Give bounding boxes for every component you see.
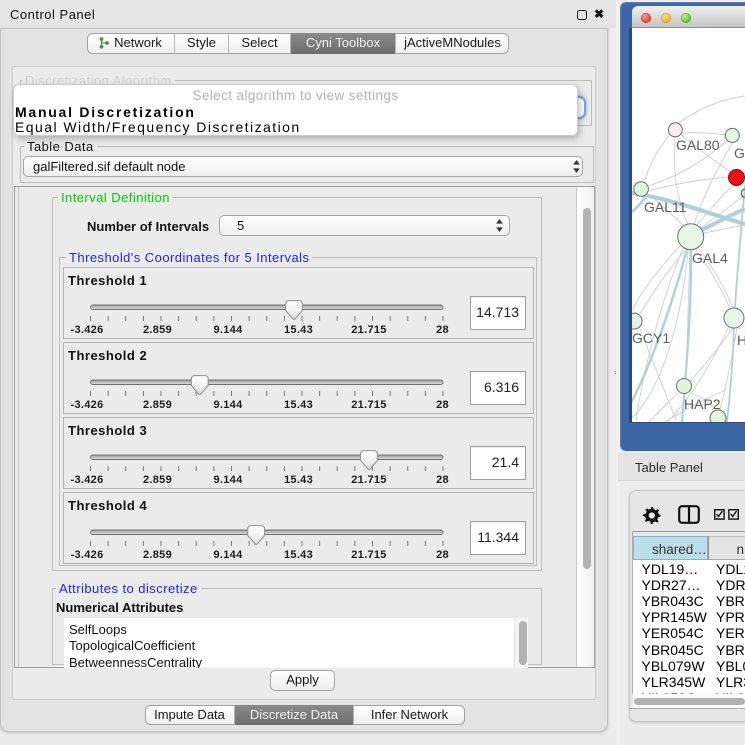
svg-text:28: 28 <box>436 324 449 336</box>
svg-text:GAL4: GAL4 <box>692 250 728 266</box>
svg-text:HAP2: HAP2 <box>684 396 721 412</box>
svg-text:-3.426: -3.426 <box>71 474 104 486</box>
svg-text:-3.426: -3.426 <box>71 399 104 411</box>
svg-text:9.144: 9.144 <box>213 549 243 561</box>
svg-text:28: 28 <box>436 549 449 561</box>
svg-text:15.43: 15.43 <box>284 324 313 336</box>
svg-text:2.859: 2.859 <box>143 549 172 561</box>
svg-text:28: 28 <box>436 474 449 486</box>
svg-text:2.859: 2.859 <box>143 399 172 411</box>
svg-text:2.859: 2.859 <box>143 324 172 336</box>
svg-text:C: C <box>740 185 745 201</box>
svg-text:-3.426: -3.426 <box>71 324 104 336</box>
svg-text:21.715: 21.715 <box>351 399 386 411</box>
svg-text:21.715: 21.715 <box>351 324 386 336</box>
svg-text:9.144: 9.144 <box>213 324 243 336</box>
svg-text:H: H <box>737 332 745 348</box>
svg-text:15.43: 15.43 <box>284 399 313 411</box>
svg-text:-3.426: -3.426 <box>71 549 104 561</box>
svg-text:9.144: 9.144 <box>213 474 243 486</box>
svg-text:G.: G. <box>734 145 745 161</box>
svg-text:21.715: 21.715 <box>351 474 386 486</box>
svg-text:GAL80: GAL80 <box>676 137 720 153</box>
svg-text:21.715: 21.715 <box>351 549 386 561</box>
svg-text:15.43: 15.43 <box>284 474 313 486</box>
svg-text:GAL11: GAL11 <box>644 199 687 215</box>
svg-text:2.859: 2.859 <box>143 474 172 486</box>
svg-text:GCY1: GCY1 <box>632 330 670 346</box>
svg-text:28: 28 <box>436 399 449 411</box>
svg-text:15.43: 15.43 <box>284 549 313 561</box>
svg-text:9.144: 9.144 <box>213 399 243 411</box>
